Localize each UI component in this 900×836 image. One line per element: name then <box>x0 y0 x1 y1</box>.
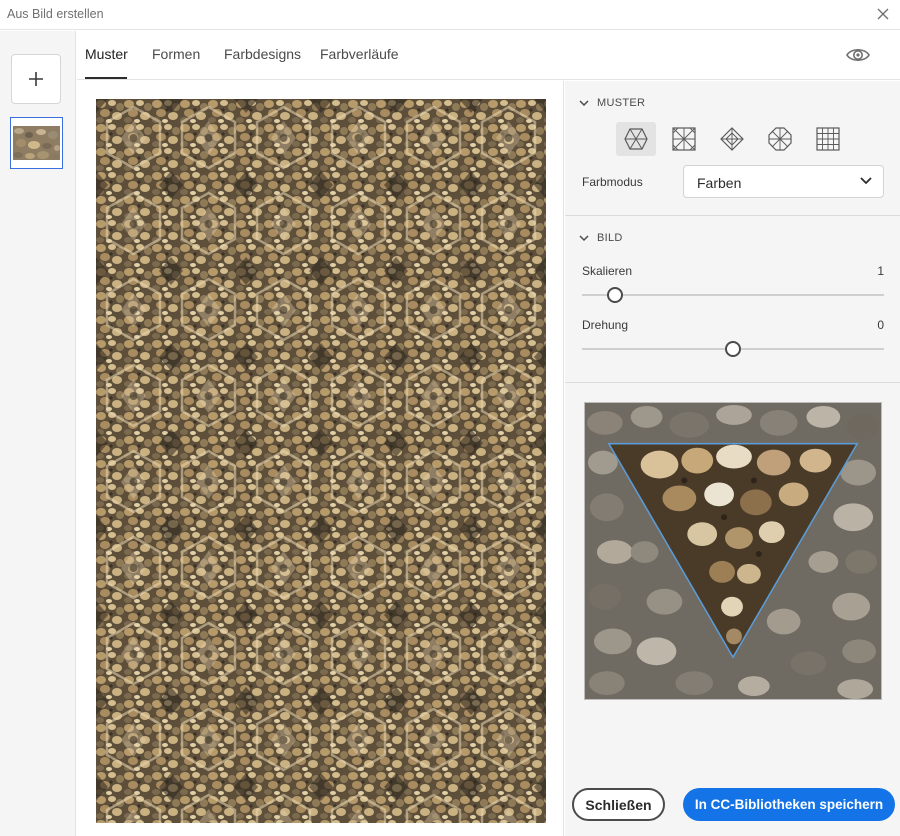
source-image-thumbnail[interactable] <box>10 117 63 169</box>
farbmodus-value: Farben <box>697 175 742 191</box>
close-icon[interactable] <box>874 5 892 23</box>
section-divider <box>565 382 900 383</box>
drehung-label: Drehung <box>582 318 629 332</box>
save-to-cc-libraries-button[interactable]: In CC-Bibliotheken speichern <box>683 788 895 821</box>
shape-grid-button[interactable] <box>808 122 848 156</box>
section-divider <box>565 215 900 216</box>
hexagon-pattern-icon <box>624 128 648 150</box>
pattern-preview <box>96 99 546 823</box>
eye-icon[interactable] <box>845 43 871 67</box>
add-image-button[interactable] <box>11 54 61 104</box>
tab-bar: Muster Formen Farbdesigns Farbverläufe <box>77 31 900 80</box>
square-kaleidoscope-pattern-icon <box>672 127 696 151</box>
tab-farbverlaeufe[interactable]: Farbverläufe <box>320 46 399 62</box>
source-image-crop-editor[interactable] <box>584 402 882 700</box>
close-button[interactable]: Schließen <box>572 788 665 821</box>
muster-section-header[interactable]: MUSTER <box>579 97 645 109</box>
bild-section-title: BILD <box>597 232 623 244</box>
shape-diamond-button[interactable] <box>712 122 752 156</box>
tab-formen[interactable]: Formen <box>152 46 200 62</box>
thumbnail-image <box>13 126 60 160</box>
skalieren-label: Skalieren <box>582 264 633 278</box>
pattern-preview-pane <box>77 81 564 836</box>
shape-hexagon-button[interactable] <box>616 122 656 156</box>
drehung-slider-handle[interactable] <box>725 341 741 357</box>
skalieren-value: 1 <box>877 264 884 278</box>
chevron-down-icon <box>860 177 872 185</box>
active-tab-indicator <box>85 77 127 79</box>
skalieren-slider-handle[interactable] <box>607 287 624 303</box>
title-bar: Aus Bild erstellen <box>0 0 900 30</box>
chevron-down-icon <box>579 234 589 241</box>
drehung-value: 0 <box>877 318 884 332</box>
settings-panel: MUSTER Farbmodus Farben BILD Skalieren 1… <box>565 81 900 836</box>
octagon-pattern-icon <box>768 127 792 151</box>
farbmodus-select[interactable]: Farben <box>683 165 884 198</box>
image-sidebar <box>0 31 76 836</box>
skalieren-slider-track[interactable] <box>582 294 884 296</box>
chevron-down-icon <box>579 99 589 106</box>
shape-octagon-button[interactable] <box>760 122 800 156</box>
tab-farbdesigns[interactable]: Farbdesigns <box>224 46 301 62</box>
muster-section-title: MUSTER <box>597 97 646 109</box>
plus-icon <box>29 72 43 86</box>
tab-muster[interactable]: Muster <box>85 46 128 62</box>
window-title: Aus Bild erstellen <box>7 7 104 21</box>
farbmodus-label: Farbmodus <box>582 175 643 189</box>
shape-square-button[interactable] <box>664 122 704 156</box>
grid-pattern-icon <box>816 127 840 151</box>
diamond-pattern-icon <box>720 127 744 151</box>
bild-section-header[interactable]: BILD <box>579 232 623 244</box>
